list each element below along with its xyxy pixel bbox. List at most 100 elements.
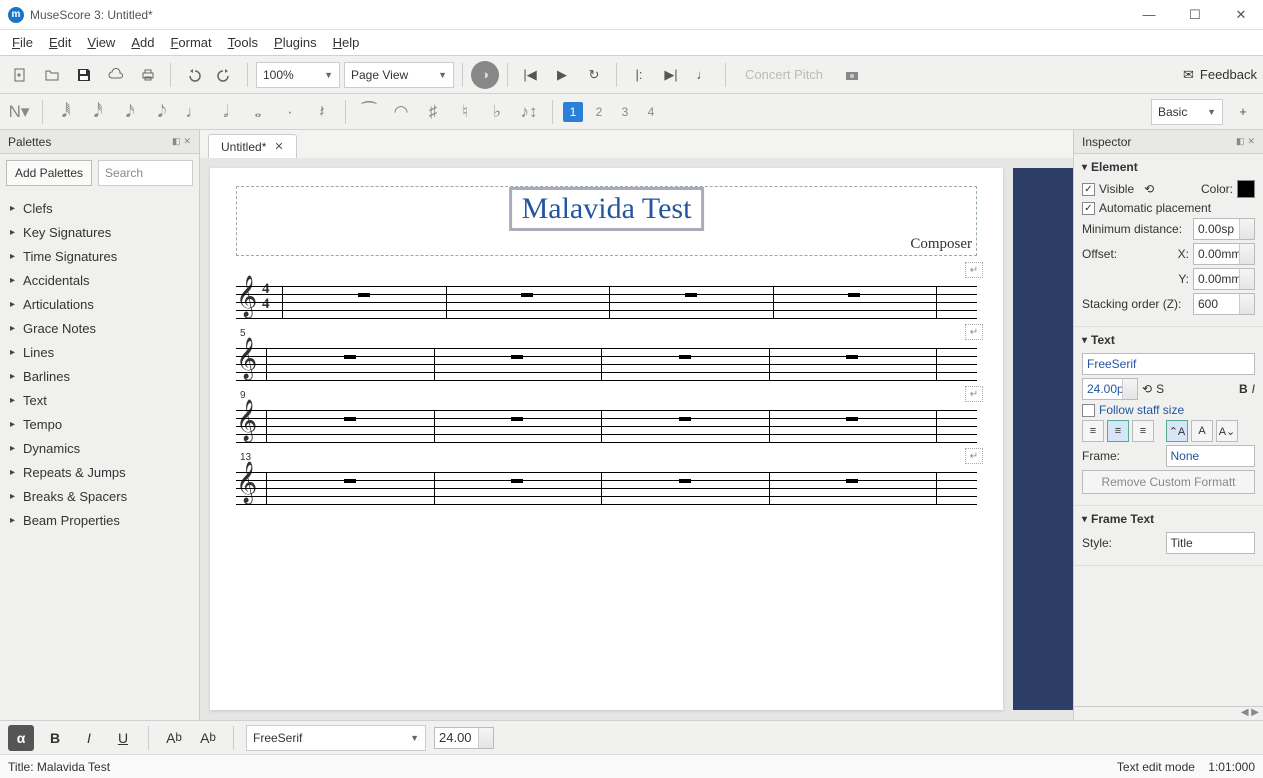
menu-view[interactable]: View: [79, 32, 123, 53]
color-picker[interactable]: [1237, 180, 1255, 198]
whole-rest[interactable]: [846, 417, 858, 421]
undock-icon[interactable]: ◧: [172, 136, 181, 147]
superscript-button[interactable]: Ab: [195, 725, 221, 751]
palette-text[interactable]: ▸Text: [0, 388, 199, 412]
menu-add[interactable]: Add: [123, 32, 162, 53]
metronome-icon[interactable]: ♩: [689, 61, 717, 89]
valign-bottom-icon[interactable]: A⌄: [1216, 420, 1238, 442]
flip-icon[interactable]: ♪↕: [516, 99, 542, 125]
staff-system[interactable]: 13↵ 𝄞: [236, 464, 977, 504]
note-half-icon[interactable]: 𝅗𝅥: [213, 99, 239, 125]
play-icon[interactable]: ▶: [548, 61, 576, 89]
concert-pitch-button[interactable]: Concert Pitch: [734, 61, 834, 89]
alpha-toggle[interactable]: α: [8, 725, 34, 751]
undock-icon[interactable]: ◧: [1236, 136, 1245, 147]
note-16th-icon[interactable]: 𝅘𝅥𝅯: [117, 99, 143, 125]
font-size-input[interactable]: 24.00: [434, 727, 494, 749]
staff-system[interactable]: 9↵ 𝄞: [236, 402, 977, 442]
bold-button[interactable]: B: [42, 725, 68, 751]
whole-rest[interactable]: [846, 479, 858, 483]
palette-beam-properties[interactable]: ▸Beam Properties: [0, 508, 199, 532]
whole-rest[interactable]: [848, 293, 860, 297]
close-panel-icon[interactable]: ✕: [1247, 136, 1255, 147]
save-icon[interactable]: [70, 61, 98, 89]
close-panel-icon[interactable]: ✕: [183, 136, 191, 147]
voice-4[interactable]: 4: [641, 102, 661, 122]
italic-toggle[interactable]: I: [1252, 382, 1255, 396]
rewind-icon[interactable]: |◀: [516, 61, 544, 89]
score-composer[interactable]: Composer: [910, 236, 972, 253]
whole-rest[interactable]: [679, 417, 691, 421]
flat-icon[interactable]: ♭: [484, 99, 510, 125]
new-file-icon[interactable]: [6, 61, 34, 89]
staff-system[interactable]: 5↵ 𝄞: [236, 340, 977, 380]
menu-file[interactable]: File: [4, 32, 41, 53]
system-break-icon[interactable]: ↵: [965, 448, 983, 464]
palette-barlines[interactable]: ▸Barlines: [0, 364, 199, 388]
reset-size-icon[interactable]: ⟲: [1142, 382, 1152, 396]
whole-rest[interactable]: [511, 417, 523, 421]
font-family-combo[interactable]: FreeSerif: [1082, 353, 1255, 375]
open-file-icon[interactable]: [38, 61, 66, 89]
bold-toggle[interactable]: B: [1239, 382, 1248, 396]
minimize-button[interactable]: —: [1135, 7, 1163, 23]
whole-rest[interactable]: [521, 293, 533, 297]
frame-combo[interactable]: None: [1166, 445, 1256, 467]
note-quarter-icon[interactable]: ♩: [181, 99, 207, 125]
menu-tools[interactable]: Tools: [220, 32, 266, 53]
reset-icon[interactable]: ⟲: [1144, 182, 1154, 196]
title-frame[interactable]: Malavida Test Composer: [236, 186, 977, 256]
whole-rest[interactable]: [344, 417, 356, 421]
subscript-button[interactable]: Ab: [161, 725, 187, 751]
feedback-button[interactable]: ✉ Feedback: [1183, 67, 1257, 83]
palette-icon[interactable]: ◑: [471, 61, 499, 89]
offset-x-field[interactable]: 0.00mm: [1193, 243, 1255, 265]
palette-tempo[interactable]: ▸Tempo: [0, 412, 199, 436]
undo-icon[interactable]: [179, 61, 207, 89]
align-left-icon[interactable]: ≡: [1082, 420, 1104, 442]
note-8th-icon[interactable]: 𝅘𝅥𝅮: [149, 99, 175, 125]
score-title[interactable]: Malavida Test: [509, 187, 705, 231]
align-right-icon[interactable]: ≡: [1132, 420, 1154, 442]
follow-staff-checkbox[interactable]: [1082, 404, 1095, 417]
print-icon[interactable]: [134, 61, 162, 89]
loop-icon[interactable]: ↻: [580, 61, 608, 89]
add-palettes-button[interactable]: Add Palettes: [6, 160, 92, 186]
menu-plugins[interactable]: Plugins: [266, 32, 325, 53]
min-distance-field[interactable]: 0.00sp: [1193, 218, 1255, 240]
font-combo[interactable]: FreeSerif▼: [246, 725, 426, 751]
palette-dynamics[interactable]: ▸Dynamics: [0, 436, 199, 460]
note-input-mode-icon[interactable]: N▾: [6, 99, 32, 125]
menu-edit[interactable]: Edit: [41, 32, 79, 53]
system-break-icon[interactable]: ↵: [965, 324, 983, 340]
stacking-order-field[interactable]: 600: [1193, 293, 1255, 315]
palette-search-input[interactable]: Search: [98, 160, 193, 186]
sharp-icon[interactable]: ♯: [420, 99, 446, 125]
rest-icon[interactable]: 𝄽: [309, 99, 335, 125]
whole-rest[interactable]: [846, 355, 858, 359]
close-button[interactable]: ✕: [1227, 7, 1255, 23]
italic-button[interactable]: I: [76, 725, 102, 751]
palette-time-signatures[interactable]: ▸Time Signatures: [0, 244, 199, 268]
voice-3[interactable]: 3: [615, 102, 635, 122]
maximize-button[interactable]: ☐: [1181, 7, 1209, 23]
staff-system[interactable]: ↵ 𝄞44: [236, 278, 977, 318]
note-whole-icon[interactable]: 𝅝: [245, 99, 271, 125]
redo-icon[interactable]: [211, 61, 239, 89]
workspace-combo[interactable]: Basic▼: [1151, 99, 1223, 125]
whole-rest[interactable]: [358, 293, 370, 297]
inspector-scroll[interactable]: ◀ ▶: [1074, 706, 1263, 720]
menu-format[interactable]: Format: [162, 32, 219, 53]
palette-clefs[interactable]: ▸Clefs: [0, 196, 199, 220]
whole-rest[interactable]: [511, 479, 523, 483]
dot-icon[interactable]: ·: [277, 99, 303, 125]
score-page[interactable]: Malavida Test Composer ↵ 𝄞44 5↵ 𝄞 9↵ 𝄞 13↵ …: [210, 168, 1003, 710]
camera-icon[interactable]: [838, 61, 866, 89]
palette-key-signatures[interactable]: ▸Key Signatures: [0, 220, 199, 244]
valign-top-icon[interactable]: ⌃A: [1166, 420, 1188, 442]
whole-rest[interactable]: [511, 355, 523, 359]
whole-rest[interactable]: [685, 293, 697, 297]
whole-rest[interactable]: [344, 355, 356, 359]
slur-icon[interactable]: ◠: [388, 99, 414, 125]
repeat-start-icon[interactable]: |:: [625, 61, 653, 89]
